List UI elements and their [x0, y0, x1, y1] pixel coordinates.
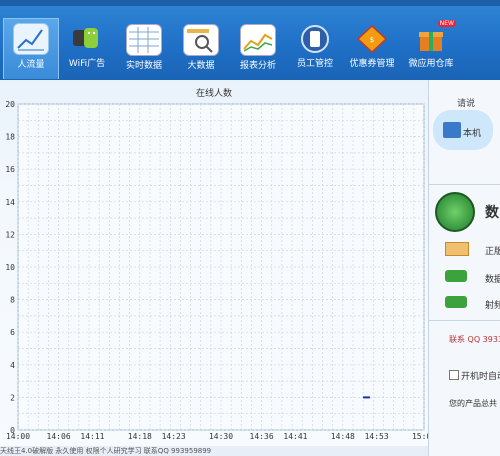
tab-report-analysis[interactable]: 报表分析	[231, 20, 285, 78]
rf-status-icon	[445, 296, 467, 308]
tab-big-data[interactable]: 大数据	[174, 20, 228, 78]
phone-monitor-icon	[298, 24, 332, 54]
y-tick-label: 14	[5, 198, 15, 207]
x-axis-ticks: 14:00 14:06 14:11 14:18 14:23 14:30 14:36 14:41…	[6, 432, 428, 441]
android-robot-icon	[70, 24, 104, 54]
report-chart-icon	[240, 24, 276, 56]
x-tick-label: 14:00	[6, 432, 30, 441]
x-tick-label: 14:06	[47, 432, 71, 441]
x-tick-label: 14:41	[283, 432, 307, 441]
divider	[429, 320, 500, 321]
gift-box-icon	[414, 24, 448, 54]
license-icon	[445, 242, 469, 256]
spreadsheet-icon	[126, 24, 162, 56]
tab-label: 优惠券管理	[349, 59, 395, 69]
online-count-chart: 02468101214161820 14:00 14:06 14:11 14:18 14…	[5, 100, 428, 441]
autostart-label: 开机时自动	[461, 372, 500, 382]
x-tick-label: 15:00	[412, 432, 428, 441]
y-tick-label: 18	[5, 133, 15, 142]
tab-label: 大数据	[187, 61, 215, 71]
y-tick-label: 2	[10, 393, 15, 402]
autostart-checkbox[interactable]	[449, 370, 459, 380]
tab-label: 报表分析	[239, 61, 276, 71]
y-tick-label: 10	[5, 263, 15, 272]
coupon-icon: $	[355, 24, 389, 54]
x-tick-label: 14:48	[331, 432, 355, 441]
row-label: 正版	[485, 247, 500, 257]
y-tick-label: 8	[10, 296, 15, 305]
tab-people-flow[interactable]: 人流量	[3, 18, 59, 79]
row-label: 数据	[485, 275, 500, 285]
magnifier-table-icon	[183, 24, 219, 56]
tab-label: 员工管控	[296, 59, 333, 69]
status-bar: 天线王4.0破解版 永久使用 权限个人研究学习 联系QQ 993959899	[0, 446, 428, 456]
window-top-rim	[0, 0, 500, 6]
y-tick-label: 4	[10, 361, 15, 370]
tab-wifi-ads[interactable]: WiFi广告	[60, 20, 114, 78]
divider	[429, 184, 500, 185]
x-tick-label: 14:11	[80, 432, 104, 441]
x-tick-label: 14:18	[128, 432, 152, 441]
computer-icon	[443, 122, 461, 138]
new-badge: NEW	[437, 20, 456, 27]
y-tick-label: 12	[5, 230, 15, 239]
contact-qq: 联系 QQ 39339	[449, 335, 500, 344]
tab-label: WiFi广告	[68, 59, 106, 69]
x-tick-label: 14:30	[209, 432, 233, 441]
stats-title: 数	[485, 205, 499, 221]
status-text: 天线王4.0破解版 永久使用 权限个人研究学习 联系QQ 993959899	[0, 447, 212, 455]
y-tick-label: 6	[10, 328, 15, 337]
product-note: 您的产品总共	[449, 399, 497, 408]
tab-micro-app-store[interactable]: NEW 微应用仓库	[404, 20, 458, 78]
tab-label: 微应用仓库	[408, 59, 454, 69]
x-tick-label: 14:36	[250, 432, 274, 441]
chart-grid	[17, 103, 425, 431]
right-panel: 请说 本机 数 正版 数据 射频 联系 QQ 39339 开机时自动 您的产品总…	[428, 80, 500, 456]
panel-header: 请说	[457, 99, 476, 109]
svg-text:$: $	[370, 36, 374, 44]
tab-staff-control[interactable]: 员工管控	[288, 20, 342, 78]
radar-icon	[435, 192, 475, 232]
data-status-icon	[445, 270, 467, 282]
tab-realtime-data[interactable]: 实时数据	[117, 20, 171, 78]
top-toolbar: 人流量 WiFi广告 实时数据 大数据 报表分析 员工管控 $ 优惠券管理 NE…	[0, 0, 500, 80]
y-tick-label: 16	[5, 165, 15, 174]
device-label: 本机	[463, 129, 482, 139]
y-axis-ticks: 02468101214161820	[5, 100, 15, 435]
y-tick-label: 20	[5, 100, 15, 109]
x-tick-label: 14:53	[365, 432, 389, 441]
tab-coupon-management[interactable]: $ 优惠券管理	[345, 20, 399, 78]
x-tick-label: 14:23	[162, 432, 186, 441]
people-flow-chart-icon	[13, 23, 49, 55]
tab-label: 实时数据	[125, 61, 162, 71]
row-label: 射频	[485, 301, 500, 311]
tab-label: 人流量	[17, 60, 45, 70]
